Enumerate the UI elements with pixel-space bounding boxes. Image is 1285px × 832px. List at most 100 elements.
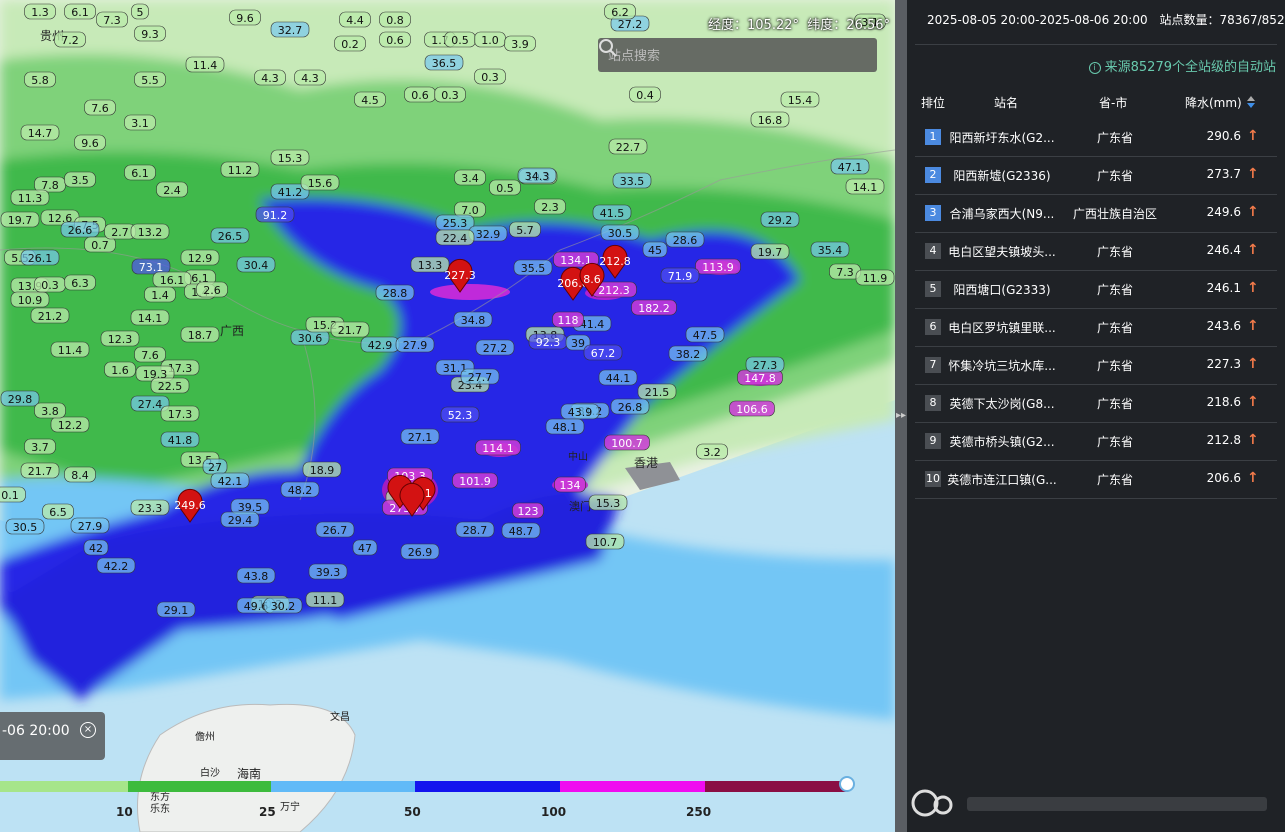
station-rain-label[interactable]: 7.2 xyxy=(54,31,86,48)
station-rain-label[interactable]: 27.9 xyxy=(70,517,110,534)
station-rain-label[interactable]: 16.8 xyxy=(750,111,790,128)
station-rain-label[interactable]: 27.9 xyxy=(395,336,435,353)
station-rain-label[interactable]: 4.3 xyxy=(254,69,286,86)
station-rain-label[interactable]: 26.9 xyxy=(400,543,440,560)
station-rain-label[interactable]: 10.7 xyxy=(585,533,625,550)
station-rain-label[interactable]: 36.5 xyxy=(424,54,464,71)
station-rain-label[interactable]: 22.7 xyxy=(608,138,648,155)
station-rain-label[interactable]: 5.8 xyxy=(24,71,56,88)
station-rain-label[interactable]: 14.1 xyxy=(130,309,170,326)
station-search-input[interactable] xyxy=(606,38,840,74)
station-rain-label[interactable]: 12.2 xyxy=(50,416,90,433)
station-rain-label[interactable]: 32.7 xyxy=(270,21,310,38)
station-rain-label[interactable]: 6.1 xyxy=(64,3,96,20)
close-icon[interactable]: × xyxy=(80,722,96,738)
station-rain-label[interactable]: 11.4 xyxy=(185,56,225,73)
station-rain-label[interactable]: 15.4 xyxy=(780,91,820,108)
station-rain-label[interactable]: 30.4 xyxy=(236,256,276,273)
station-rain-label[interactable]: 0.8 xyxy=(379,11,411,28)
station-rain-label[interactable]: 2.3 xyxy=(534,198,566,215)
station-rain-label[interactable]: 26.8 xyxy=(610,398,650,415)
station-rain-label[interactable]: 39.3 xyxy=(308,563,348,580)
station-rain-label[interactable]: 21.7 xyxy=(20,462,60,479)
station-rain-label[interactable]: 106.6 xyxy=(729,400,775,417)
station-rain-label[interactable]: 35.5 xyxy=(513,259,553,276)
station-rain-label[interactable]: 14.1 xyxy=(845,178,885,195)
station-rain-label[interactable]: 0.5 xyxy=(444,31,476,48)
station-rain-label[interactable]: 6.3 xyxy=(64,274,96,291)
station-rain-label[interactable]: 48.7 xyxy=(501,522,541,539)
station-rain-label[interactable]: 0.1 xyxy=(0,486,26,503)
station-rain-label[interactable]: 26.6 xyxy=(60,221,100,238)
station-rain-label[interactable]: 1.3 xyxy=(24,3,56,20)
station-rain-label[interactable]: 0.6 xyxy=(379,31,411,48)
station-rain-label[interactable]: 4.5 xyxy=(354,91,386,108)
station-rain-label[interactable]: 26.1 xyxy=(20,249,60,266)
station-rain-label[interactable]: 5.7 xyxy=(509,221,541,238)
station-rain-label[interactable]: 134 xyxy=(554,476,586,493)
station-rain-label[interactable]: 8.4 xyxy=(64,466,96,483)
station-rain-label[interactable]: 9.3 xyxy=(134,25,166,42)
station-rain-label[interactable]: 27.3 xyxy=(745,356,785,373)
table-row[interactable]: 8 英德下太沙岗(G8... 广东省 218.6 ↑ xyxy=(915,385,1277,423)
search-icon[interactable] xyxy=(598,38,618,58)
table-row[interactable]: 3 合浦乌家西大(N9... 广西壮族自治区 249.6 ↑ xyxy=(915,195,1277,233)
station-rain-label[interactable]: 3.2 xyxy=(696,443,728,460)
station-rain-label[interactable]: 123 xyxy=(512,502,544,519)
station-rain-label[interactable]: 15.3 xyxy=(270,149,310,166)
station-rain-label[interactable]: 11.9 xyxy=(855,269,895,286)
station-rain-label[interactable]: 29.1 xyxy=(156,601,196,618)
station-rain-label[interactable]: 1.0 xyxy=(474,31,506,48)
station-rain-label[interactable]: 1.4 xyxy=(144,286,176,303)
legend-slider-handle[interactable] xyxy=(839,776,855,792)
station-rain-label[interactable]: 30.5 xyxy=(5,518,45,535)
station-rain-label[interactable]: 11.1 xyxy=(305,591,345,608)
station-rain-label[interactable]: 5 xyxy=(131,3,149,20)
station-rain-label[interactable]: 13.2 xyxy=(130,223,170,240)
station-search[interactable] xyxy=(598,38,877,74)
table-row[interactable]: 6 电白区罗坑镇里联... 广东省 243.6 ↑ xyxy=(915,309,1277,347)
station-rain-label[interactable]: 118 xyxy=(552,311,584,328)
station-rain-label[interactable]: 42.1 xyxy=(210,472,250,489)
station-rain-label[interactable]: 0.4 xyxy=(629,86,661,103)
station-rain-label[interactable]: 43.9 xyxy=(560,403,600,420)
station-rain-label[interactable]: 15.3 xyxy=(588,494,628,511)
station-rain-label[interactable]: 25.3 xyxy=(435,214,475,231)
station-rain-label[interactable]: 21.5 xyxy=(637,383,677,400)
station-rain-label[interactable]: 92.3 xyxy=(528,333,568,350)
station-rain-label[interactable]: 48.1 xyxy=(545,418,585,435)
station-rain-label[interactable]: 21.7 xyxy=(330,321,370,338)
station-rain-label[interactable]: 11.2 xyxy=(220,161,260,178)
station-rain-label[interactable]: 41.8 xyxy=(160,431,200,448)
station-rain-label[interactable]: 41.5 xyxy=(592,204,632,221)
station-rain-label[interactable]: 5.5 xyxy=(134,71,166,88)
station-rain-label[interactable]: 42.9 xyxy=(360,336,400,353)
station-rain-label[interactable]: 21.2 xyxy=(30,307,70,324)
station-rain-label[interactable]: 6.5 xyxy=(42,503,74,520)
station-rain-label[interactable]: 42 xyxy=(83,539,109,556)
station-rain-label[interactable]: 67.2 xyxy=(583,344,623,361)
station-rain-label[interactable]: 45 xyxy=(642,241,668,258)
station-rain-label[interactable]: 22.5 xyxy=(150,377,190,394)
station-rain-label[interactable]: 29.2 xyxy=(760,211,800,228)
station-rain-label[interactable]: 3.1 xyxy=(124,114,156,131)
station-rain-label[interactable]: 34.8 xyxy=(453,311,493,328)
station-rain-label[interactable]: 28.8 xyxy=(375,284,415,301)
station-rain-label[interactable]: 12.9 xyxy=(180,249,220,266)
station-rain-label[interactable]: 48.2 xyxy=(280,481,320,498)
station-rain-label[interactable]: 101.9 xyxy=(452,472,498,489)
station-rain-label[interactable]: 26.7 xyxy=(315,521,355,538)
station-rain-label[interactable]: 38.2 xyxy=(668,345,708,362)
table-row[interactable]: 5 阳西塘口(G2333) 广东省 246.1 ↑ xyxy=(915,271,1277,309)
station-rain-label[interactable]: 15.6 xyxy=(300,174,340,191)
station-rain-label[interactable]: 43.8 xyxy=(236,567,276,584)
station-rain-label[interactable]: 0.5 xyxy=(489,179,521,196)
station-rain-label[interactable]: 27.1 xyxy=(400,428,440,445)
station-rain-label[interactable]: 4.3 xyxy=(294,69,326,86)
station-rain-label[interactable]: 32.9 xyxy=(468,225,508,242)
station-rain-label[interactable]: 11.4 xyxy=(50,341,90,358)
station-rain-label[interactable]: 17.3 xyxy=(160,405,200,422)
sort-icon[interactable] xyxy=(1246,95,1256,109)
station-rain-label[interactable]: 0.3 xyxy=(434,86,466,103)
station-rain-label[interactable]: 27 xyxy=(202,458,228,475)
